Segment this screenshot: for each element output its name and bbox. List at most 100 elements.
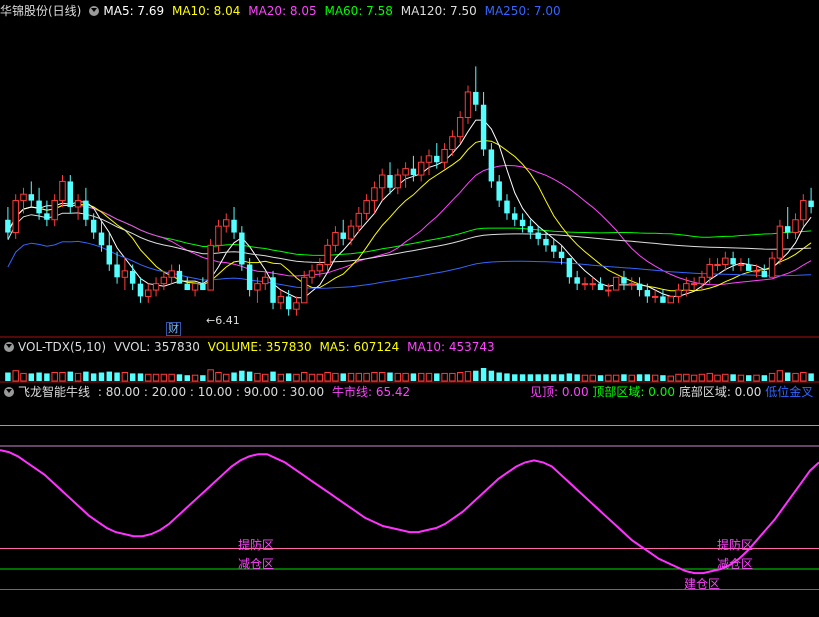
candle-body <box>566 258 573 278</box>
financial-report-marker[interactable]: 财 <box>166 322 181 336</box>
candle-body <box>730 258 736 265</box>
candle-body <box>36 200 42 214</box>
candle-body <box>207 244 214 291</box>
volume-bar <box>152 373 160 382</box>
volume-bar <box>98 372 105 381</box>
volume-bar <box>753 374 760 382</box>
price-panel-header: 华锦股份(日线) MA5: 7.69 MA10: 8.04 MA20: 8.05 … <box>0 2 565 20</box>
zone-label-hold: 减仓区 <box>238 557 275 571</box>
chart-canvas[interactable] <box>0 0 819 614</box>
price-panel-title: 华锦股份(日线) <box>0 4 82 18</box>
volume-bar <box>543 374 549 381</box>
candle-body <box>5 219 11 233</box>
candle-body <box>300 276 308 304</box>
volume-bar <box>800 372 807 382</box>
candle-body <box>722 257 729 265</box>
dropdown-icon[interactable] <box>89 6 100 16</box>
volume-bar <box>200 375 206 381</box>
indicator-panel-header: 飞龙智能牛线 : 80.00 : 20.00 : 10.00 : 90.00 :… <box>0 383 414 401</box>
candle-body <box>675 289 682 297</box>
candle-body <box>67 181 74 207</box>
candle-body <box>574 277 580 284</box>
volume-bar <box>464 371 472 382</box>
candle-body <box>417 161 425 176</box>
ma-line <box>7 139 812 292</box>
volume-bar <box>285 373 292 381</box>
volume-bar <box>347 372 355 382</box>
volume-bar <box>239 370 245 381</box>
candle-body <box>496 181 502 201</box>
volume-bar <box>83 371 89 381</box>
candle-body <box>464 91 472 119</box>
volume-bar <box>270 371 276 381</box>
candle-body <box>581 283 589 286</box>
dropdown-icon[interactable] <box>4 387 14 397</box>
candle-body <box>612 276 620 291</box>
volume-bar <box>28 373 35 381</box>
candle-body <box>519 219 526 227</box>
ma-line <box>7 204 812 256</box>
candle-body <box>277 295 285 304</box>
volume-bar <box>651 374 659 382</box>
volume-bar <box>566 373 573 381</box>
candle-body <box>98 232 105 246</box>
candle-body <box>51 200 58 221</box>
candle-body <box>628 283 635 286</box>
volume-bar <box>223 373 230 382</box>
bull-line <box>0 449 819 575</box>
candle-body <box>184 283 190 291</box>
candle-body <box>246 264 253 291</box>
volume-bar <box>667 375 674 382</box>
candle-body <box>129 270 136 284</box>
candle-body <box>768 257 776 278</box>
candle-body <box>543 238 549 246</box>
volume-bar <box>114 372 120 381</box>
volume-bar <box>589 374 596 382</box>
dropdown-icon[interactable] <box>4 342 14 352</box>
candle-body <box>589 283 596 286</box>
candle-body <box>363 200 370 214</box>
volume-bar <box>293 373 300 382</box>
candle-body <box>402 168 409 176</box>
volume-bar <box>612 374 620 382</box>
candle-body <box>387 175 393 188</box>
indicator-title: 飞龙智能牛线 <box>18 385 91 399</box>
candle-body <box>597 283 604 291</box>
volume-bar <box>730 374 736 381</box>
candle-body <box>152 283 160 291</box>
volume-bar <box>636 374 643 381</box>
candle-body <box>504 200 510 214</box>
stock-chart-stage[interactable]: 华锦股份(日线) MA5: 7.69 MA10: 8.04 MA20: 8.05 … <box>0 0 819 614</box>
candle-body <box>535 232 541 239</box>
candle-body <box>332 232 339 246</box>
volume-bar <box>394 372 402 382</box>
volume-bar <box>628 374 635 382</box>
zone-label-build: 建仓区 <box>684 577 721 591</box>
candle-body <box>425 155 433 163</box>
volume-bar <box>129 373 136 381</box>
candle-body <box>660 296 666 303</box>
candle-body <box>200 283 206 291</box>
candle-body <box>480 104 487 150</box>
volume-bar <box>277 373 285 382</box>
ma-line <box>7 212 812 264</box>
volume-bar <box>675 373 682 382</box>
candle-body <box>44 213 50 220</box>
candle-body <box>83 200 89 220</box>
volume-bar <box>371 372 378 382</box>
volume-bar <box>512 374 518 381</box>
volume-bar <box>308 373 316 382</box>
volume-bar <box>74 372 82 382</box>
volume-bar <box>722 373 729 382</box>
volume-bar <box>535 374 541 381</box>
candle-body <box>308 270 316 278</box>
volume-bar <box>12 370 19 382</box>
volume-bar <box>690 374 698 382</box>
ma-label: MA20: 8.05 <box>248 4 317 18</box>
volume-bar <box>59 372 66 382</box>
ma-label: MA10: 8.04 <box>171 4 241 18</box>
volume-bar <box>605 374 612 382</box>
candle-body <box>160 276 168 285</box>
volume-bar <box>51 372 58 382</box>
volume-item: VVOL: 357830 <box>113 340 200 354</box>
